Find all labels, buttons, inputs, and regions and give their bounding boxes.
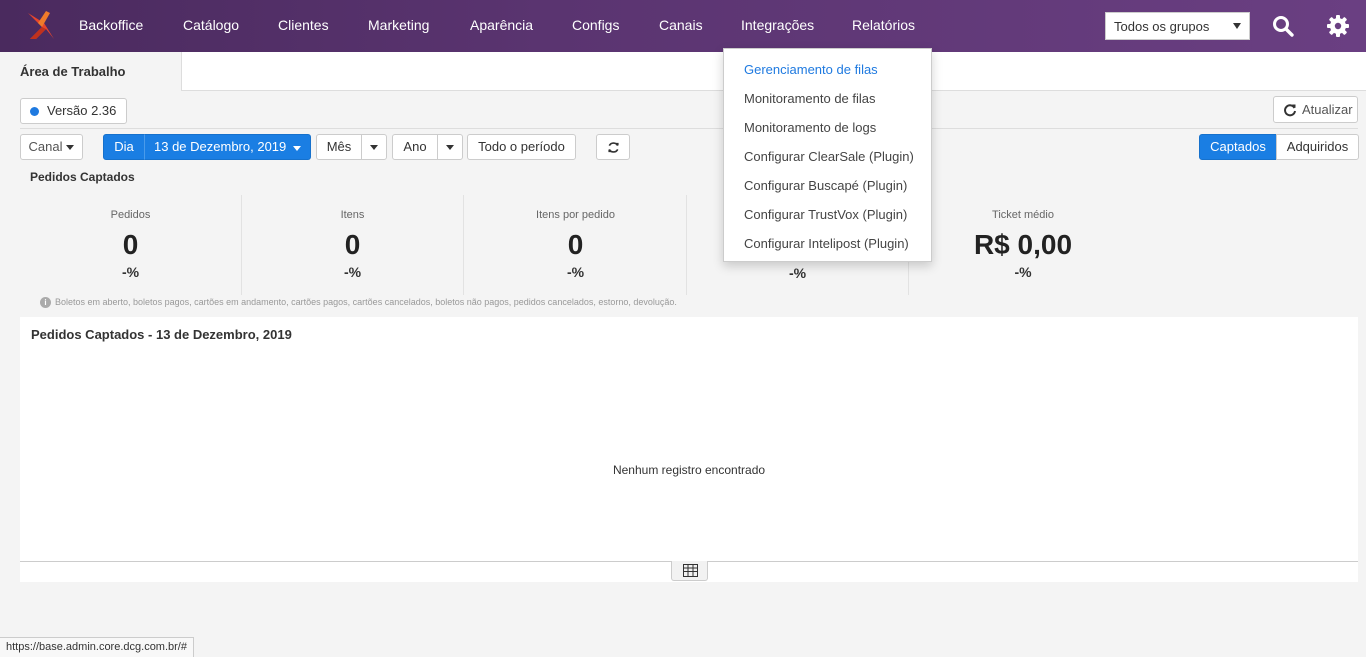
chevron-down-icon [446,145,454,151]
section-title: Pedidos Captados [30,170,135,184]
panel-title: Pedidos Captados - 13 de Dezembro, 2019 [31,327,292,342]
version-badge: Versão 2.36 [20,98,128,124]
gear-icon[interactable] [1326,14,1350,38]
adquiridos-label: Adquiridos [1286,139,1349,154]
ano-caret-button[interactable] [437,134,463,160]
chevron-down-icon [370,145,378,151]
menu-item-clearsale[interactable]: Configurar ClearSale (Plugin) [744,149,914,164]
metric-value: R$ 0,00 [973,229,1073,260]
menu-item-intelipost[interactable]: Configurar Intelipost (Plugin) [744,236,909,251]
menu-item-monitoramento-logs[interactable]: Monitoramento de logs [744,120,876,135]
metric-pct: -% [788,265,807,281]
info-icon: i [40,297,51,309]
status-url: https://base.admin.core.dcg.com.br/# [0,637,194,657]
metric-pct: -% [566,264,585,280]
metric-label: Pedidos [110,209,151,221]
mes-button[interactable]: Mês [316,134,362,160]
metric-pct: -% [1014,264,1032,280]
menu-item-trustvox[interactable]: Configurar TrustVox (Plugin) [744,207,907,222]
nav-canais[interactable]: Canais [659,17,703,33]
tab-strip: Área de Trabalho [0,52,1366,91]
metric-value: 0 [344,229,361,260]
canal-label: Canal [28,139,63,154]
metric-label: Ticket médio [992,209,1054,221]
metric-label: Itens por pedido [536,209,615,221]
orders-panel: Pedidos Captados - 13 de Dezembro, 2019 … [20,317,1358,582]
metric-pct: -% [343,264,362,280]
adquiridos-toggle[interactable]: Adquiridos [1276,134,1359,160]
nav-relatorios[interactable]: Relatórios [852,17,915,33]
captados-label: Captados [1210,139,1266,154]
mes-label: Mês [326,139,352,154]
version-label: Versão 2.36 [47,103,117,118]
dia-button[interactable]: Dia [103,134,145,160]
nav-integracoes[interactable]: Integrações [741,17,814,33]
menu-item-monitoramento-filas[interactable]: Monitoramento de filas [744,91,876,106]
reload-button[interactable] [596,134,630,160]
divider [20,128,1358,129]
dia-label: Dia [114,139,134,154]
tab-label: Área de Trabalho [20,64,126,79]
metric-pct: -% [121,264,140,280]
mes-caret-button[interactable] [361,134,387,160]
captados-toggle[interactable]: Captados [1199,134,1277,160]
menu-item-gerenciamento-filas[interactable]: Gerenciamento de filas [744,62,878,77]
todo-periodo-button[interactable]: Todo o período [467,134,576,160]
table-toggle-button[interactable] [671,561,708,581]
top-navbar: Backoffice Catálogo Clientes Marketing A… [0,0,1366,52]
group-select[interactable]: Todos os grupos [1105,12,1250,40]
nav-catalogo[interactable]: Catálogo [183,17,239,33]
chevron-down-icon [293,146,301,151]
metric-value: 0 [122,229,139,260]
empty-message: Nenhum registro encontrado [612,463,766,477]
ano-label: Ano [403,139,427,154]
metric-itens: Itens 0 -% [242,195,464,295]
group-select-value: Todos os grupos [1114,19,1210,34]
nav-marketing[interactable]: Marketing [368,17,429,33]
nav-clientes[interactable]: Clientes [278,17,329,33]
refresh-icon [607,142,619,153]
metric-itens-por-pedido: Itens por pedido 0 -% [465,195,687,295]
nav-configs[interactable]: Configs [572,17,619,33]
refresh-button[interactable]: Atualizar [1273,96,1358,123]
nav-backoffice[interactable]: Backoffice [79,17,143,33]
date-picker[interactable]: 13 de Dezembro, 2019 [144,134,311,160]
metric-ticket-medio: Ticket médio R$ 0,00 -% [912,195,1134,295]
metric-pedidos: Pedidos 0 -% [20,195,242,295]
ano-button[interactable]: Ano [392,134,438,160]
footnote-text: Boletos em aberto, boletos pagos, cartõe… [55,297,677,307]
nav-aparencia[interactable]: Aparência [470,17,533,33]
status-dot-icon [30,107,39,116]
logo-icon[interactable] [24,9,58,43]
chevron-down-icon [66,145,75,151]
footnote: i Boletos em aberto, boletos pagos, cartõ… [40,297,677,309]
menu-item-buscape[interactable]: Configurar Buscapé (Plugin) [744,178,907,193]
table-icon [683,564,698,577]
search-icon[interactable] [1271,14,1295,38]
metric-label: Itens [340,209,365,221]
tab-area-de-trabalho[interactable]: Área de Trabalho [0,52,182,91]
chevron-down-icon [1233,23,1241,29]
metric-value: 0 [567,229,584,260]
refresh-icon [1284,104,1296,117]
integracoes-dropdown-menu: Gerenciamento de filas Monitoramento de … [723,48,932,262]
refresh-label: Atualizar [1302,102,1353,117]
todo-periodo-label: Todo o período [478,139,565,154]
canal-dropdown[interactable]: Canal [20,134,83,160]
date-label: 13 de Dezembro, 2019 [154,139,287,154]
